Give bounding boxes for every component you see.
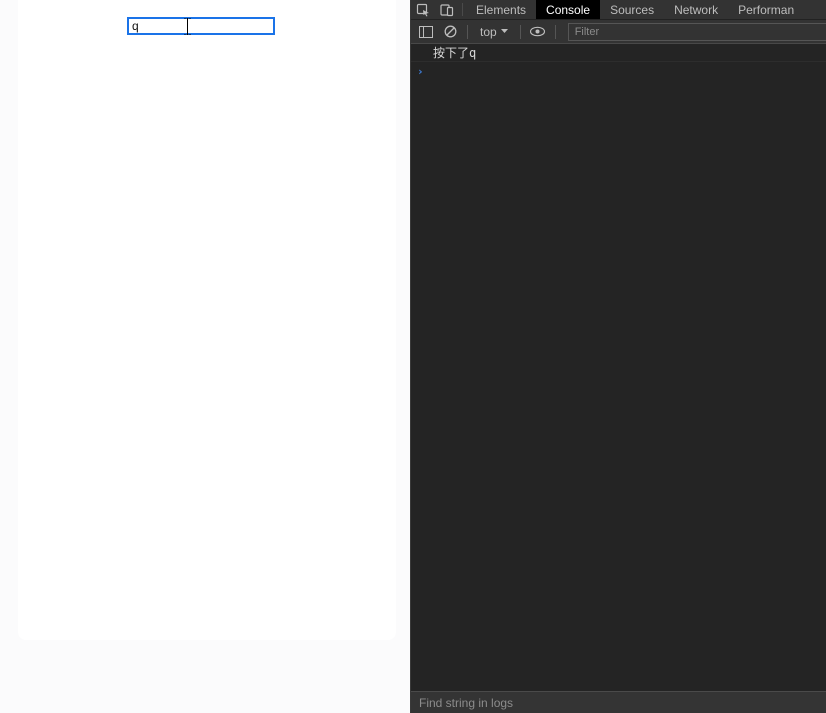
webpage-area (0, 0, 410, 713)
tab-sources[interactable]: Sources (600, 0, 664, 19)
console-log-entry[interactable]: 按下了q (411, 44, 826, 62)
chevron-right-icon: › (417, 65, 424, 78)
clear-console-icon[interactable] (439, 20, 461, 44)
tab-console[interactable]: Console (536, 0, 600, 19)
tab-elements[interactable]: Elements (466, 0, 536, 19)
tab-performance[interactable]: Performan (728, 0, 804, 19)
toolbar-separator (520, 25, 521, 39)
console-filter-input[interactable] (568, 23, 826, 41)
devtools-panel: Elements Console Sources Network Perform… (410, 0, 826, 713)
device-toolbar-icon[interactable] (435, 0, 459, 19)
console-find-bar (411, 691, 826, 713)
toolbar-separator (555, 25, 556, 39)
inspect-element-icon[interactable] (411, 0, 435, 19)
console-toolbar: top (411, 20, 826, 44)
devtools-tabs: Elements Console Sources Network Perform… (411, 0, 826, 20)
console-output[interactable]: 按下了q › (411, 44, 826, 691)
tab-separator (462, 3, 463, 16)
webpage-body (18, 0, 396, 640)
page-text-input[interactable] (127, 17, 275, 35)
console-prompt[interactable]: › (411, 62, 826, 80)
toolbar-separator (467, 25, 468, 39)
live-expression-icon[interactable] (527, 20, 549, 44)
find-in-logs-input[interactable] (411, 692, 826, 713)
console-sidebar-toggle-icon[interactable] (415, 20, 437, 44)
chevron-down-icon (501, 29, 508, 34)
context-label: top (480, 25, 497, 39)
execution-context-selector[interactable]: top (474, 25, 514, 39)
tab-network[interactable]: Network (664, 0, 728, 19)
